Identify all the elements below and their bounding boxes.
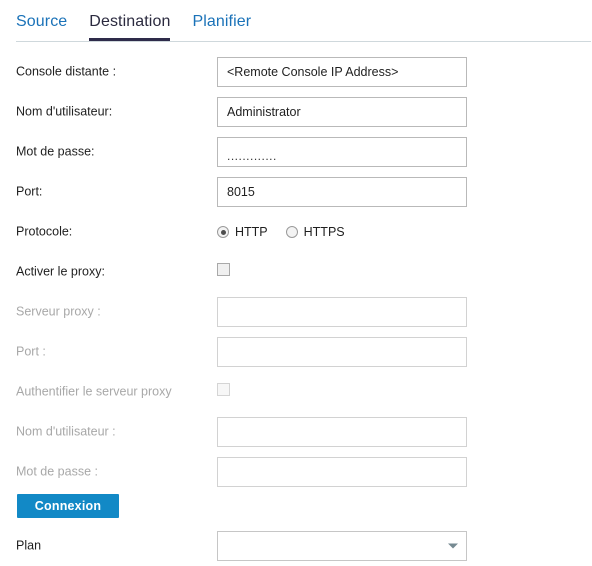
label-remote-console: Console distante : [16, 64, 117, 79]
tab-destination[interactable]: Destination [89, 10, 171, 41]
control-proxy-port [217, 337, 467, 367]
tab-planifier[interactable]: Planifier [192, 10, 251, 41]
username-input[interactable] [217, 97, 467, 127]
field-row-proxy-server: Serveur proxy : [0, 292, 592, 332]
password-masked-value: ............. [227, 149, 277, 163]
field-row-proxy-username: Nom d'utilisateur : [0, 412, 592, 452]
proxy-server-input[interactable] [217, 297, 467, 327]
field-row-username: Nom d'utilisateur: [0, 92, 592, 132]
connect-button-row: Connexion [0, 492, 592, 526]
control-port [217, 177, 467, 207]
proxy-username-input[interactable] [217, 417, 467, 447]
radio-option-https[interactable]: HTTPS [285, 225, 345, 239]
label-proxy-username: Nom d'utilisateur : [16, 424, 116, 439]
label-plan: Plan [16, 538, 42, 553]
radio-option-http[interactable]: HTTP [217, 225, 268, 239]
radio-https-icon[interactable] [285, 226, 298, 238]
proxy-auth-checkbox[interactable] [217, 383, 230, 396]
field-row-remote-console: Console distante : [0, 52, 592, 92]
radio-https-label: HTTPS [303, 225, 345, 239]
radio-http-label: HTTP [235, 225, 268, 239]
enable-proxy-checkbox[interactable] [217, 263, 230, 276]
destination-form: Console distante : Nom d'utilisateur: Mo… [0, 52, 592, 566]
radio-http-icon[interactable] [217, 226, 229, 238]
control-proxy-auth [217, 383, 230, 401]
control-username [217, 97, 467, 127]
control-password: ............. [217, 137, 467, 167]
proxy-port-input[interactable] [217, 337, 467, 367]
password-input[interactable]: ............. [217, 137, 467, 167]
tab-bar: Source Destination Planifier [16, 10, 592, 42]
field-row-protocol: Protocole: HTTP HTTPS [0, 212, 592, 252]
control-protocol: HTTP HTTPS [217, 225, 345, 239]
control-remote-console [217, 57, 467, 87]
control-enable-proxy [217, 263, 230, 281]
label-proxy-port: Port : [16, 344, 46, 359]
label-enable-proxy: Activer le proxy: [16, 264, 105, 279]
field-row-proxy-password: Mot de passe : [0, 452, 592, 492]
protocol-radio-group: HTTP HTTPS [217, 225, 345, 239]
field-row-proxy-auth: Authentifier le serveur proxy [0, 372, 592, 412]
remote-console-input[interactable] [217, 57, 467, 87]
tab-bar-divider [16, 41, 591, 42]
port-input[interactable] [217, 177, 467, 207]
control-proxy-password [217, 457, 467, 487]
field-row-plan: Plan [0, 526, 592, 566]
label-password: Mot de passe: [16, 144, 95, 159]
connect-button[interactable]: Connexion [17, 494, 119, 518]
label-username: Nom d'utilisateur: [16, 104, 113, 119]
field-row-port: Port: [0, 172, 592, 212]
field-row-proxy-port: Port : [0, 332, 592, 372]
field-row-password: Mot de passe: ............. [0, 132, 592, 172]
label-proxy-server: Serveur proxy : [16, 304, 101, 319]
control-proxy-username [217, 417, 467, 447]
field-row-enable-proxy: Activer le proxy: [0, 252, 592, 292]
label-port: Port: [16, 184, 43, 199]
label-protocol: Protocole: [16, 224, 73, 239]
proxy-password-input[interactable] [217, 457, 467, 487]
label-proxy-password: Mot de passe : [16, 464, 98, 479]
control-proxy-server [217, 297, 467, 327]
tab-source[interactable]: Source [16, 10, 67, 41]
label-proxy-auth: Authentifier le serveur proxy [16, 384, 172, 399]
